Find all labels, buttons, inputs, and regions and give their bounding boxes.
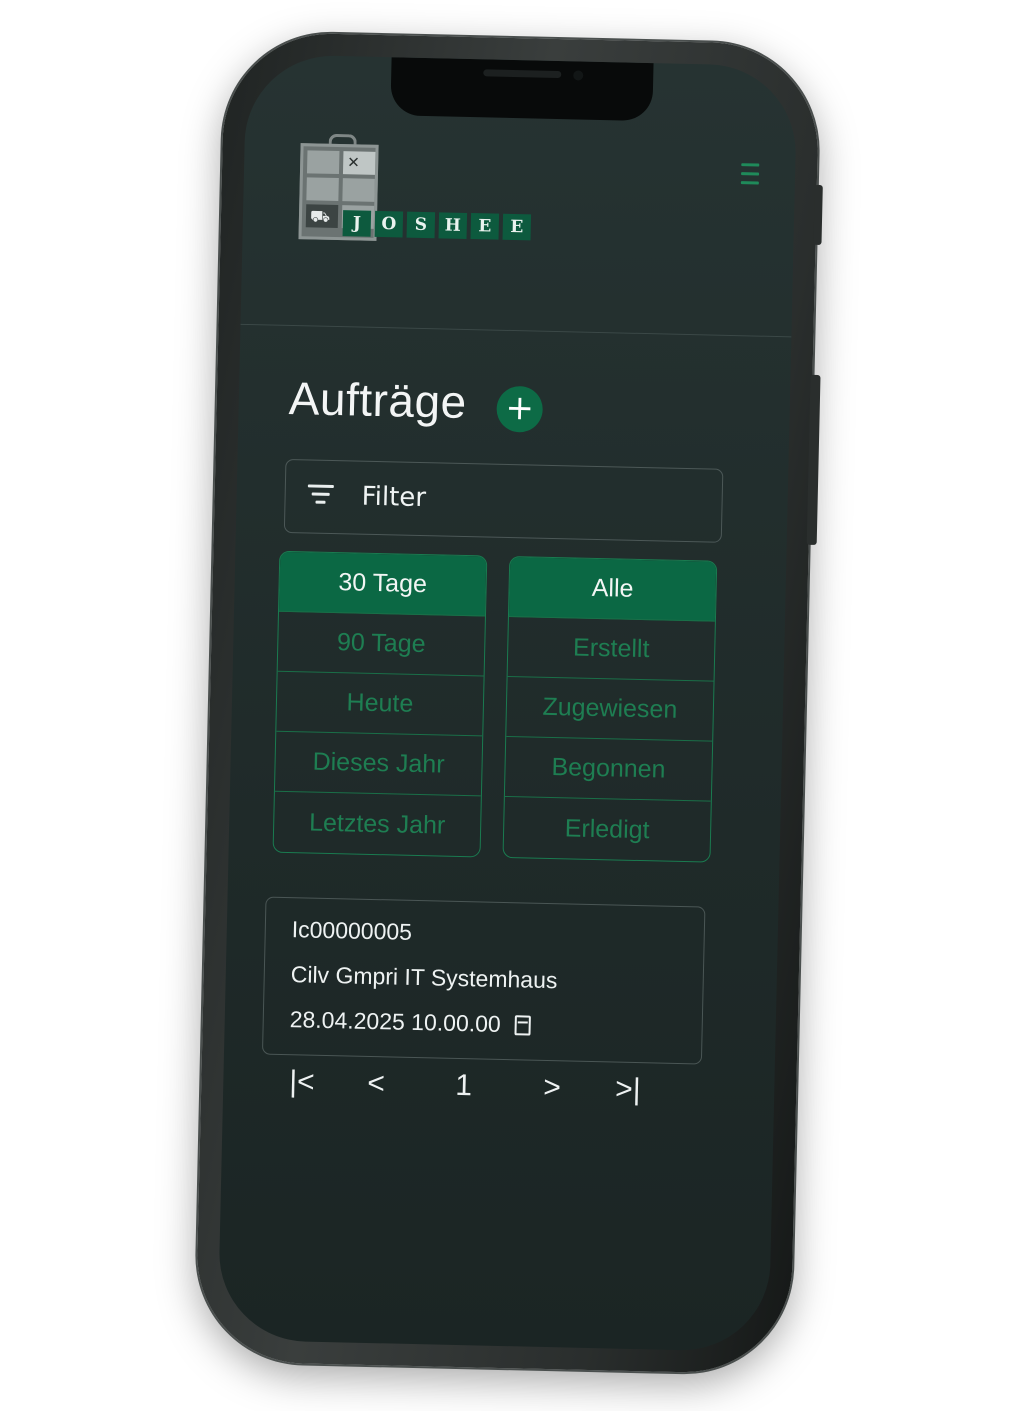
order-customer: Cilv Gmpri IT Systemhaus (290, 961, 558, 994)
next-page-button[interactable]: > (543, 1071, 561, 1105)
hamburger-icon[interactable] (740, 163, 760, 185)
add-order-button[interactable]: + (496, 385, 544, 433)
logo-letter: S (406, 211, 436, 239)
order-id: Ic00000005 (291, 916, 413, 945)
status-filter-erstellt[interactable]: Erstellt (507, 617, 715, 682)
logo-letter: E (502, 213, 532, 241)
status-filter-group: Alle Erstellt Zugewiesen Begonnen Erledi… (502, 556, 718, 863)
menu-bar (740, 181, 759, 185)
logo-letter: J (342, 210, 372, 237)
order-datetime-row: 28.04.2025 10.00.00 (289, 1006, 676, 1042)
logo-wordmark: J O S H E E (342, 210, 536, 241)
time-filter-group: 30 Tage 90 Tage Heute Dieses Jahr Letzte… (272, 550, 488, 858)
current-page[interactable]: 1 (455, 1069, 472, 1103)
time-filter-heute[interactable]: Heute (276, 671, 484, 737)
page-title: Aufträge (288, 371, 468, 428)
status-filter-begonnen[interactable]: Begonnen (504, 736, 713, 802)
phone-frame: ✕ ⛟ J O S H E E Aufträge + Filter 30 Tag… (194, 31, 823, 1375)
app-logo[interactable]: ✕ ⛟ J O S H E E (298, 133, 550, 249)
menu-bar (741, 163, 760, 167)
filter-bar[interactable]: Filter (283, 458, 724, 543)
order-datetime: 28.04.2025 10.00.00 (289, 1006, 502, 1037)
first-page-button[interactable]: |< (289, 1065, 315, 1100)
filter-line (315, 500, 326, 504)
app-header: ✕ ⛟ J O S H E E (240, 53, 798, 338)
status-filter-erledigt[interactable]: Erledigt (504, 797, 711, 862)
time-filter-30-tage[interactable]: 30 Tage (279, 551, 487, 617)
logo-letter: H (438, 212, 468, 239)
logo-letter: O (374, 210, 404, 238)
filter-label: Filter (361, 481, 427, 514)
phone-screen: ✕ ⛟ J O S H E E Aufträge + Filter 30 Tag… (217, 53, 798, 1353)
status-filter-alle[interactable]: Alle (508, 557, 717, 622)
filter-line (311, 492, 330, 496)
wrench-icon: ✕ (347, 153, 361, 172)
status-filter-zugewiesen[interactable]: Zugewiesen (506, 676, 714, 742)
time-filter-dieses-jahr[interactable]: Dieses Jahr (274, 731, 483, 797)
filter-line (307, 484, 334, 488)
logo-cell (306, 177, 339, 202)
order-card[interactable]: Ic00000005 Cilv Gmpri IT Systemhaus 28.0… (261, 896, 706, 1065)
side-button-top (813, 184, 823, 246)
logo-cell (306, 150, 340, 175)
filter-icon (307, 482, 334, 505)
time-filter-90-tage[interactable]: 90 Tage (277, 611, 485, 677)
logo-cell (342, 178, 375, 202)
prev-page-button[interactable]: < (367, 1067, 385, 1101)
logo-letter: E (470, 213, 500, 240)
menu-bar (741, 172, 760, 176)
time-filter-letztes-jahr[interactable]: Letztes Jahr (274, 792, 481, 857)
truck-icon: ⛟ (309, 206, 331, 226)
last-page-button[interactable]: >| (615, 1073, 641, 1108)
calendar-icon[interactable] (514, 1015, 531, 1036)
pagination: |< < 1 > >| (279, 1065, 660, 1124)
